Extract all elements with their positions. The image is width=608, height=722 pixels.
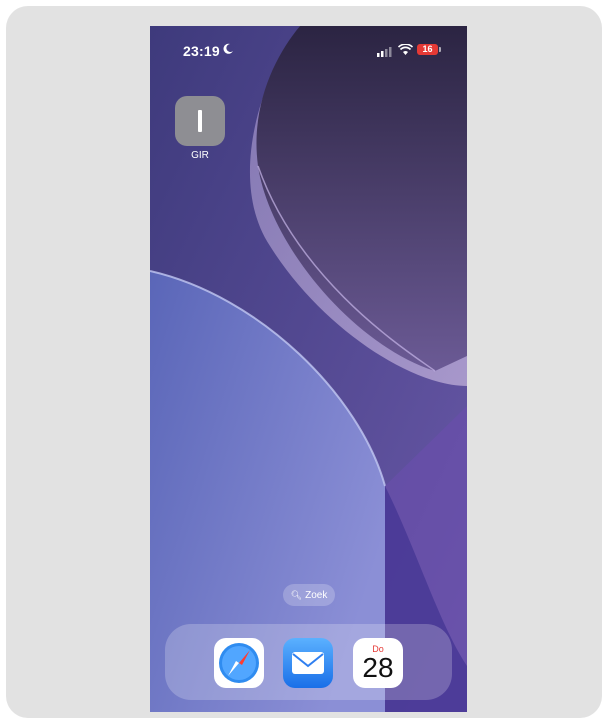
mail-envelope-icon [292,652,324,674]
moon-icon [223,43,233,54]
spotlight-search-button[interactable]: 🔍︎ Zoek [283,584,335,606]
calendar-date: 28 [362,652,394,683]
mail-app-icon[interactable] [283,638,333,688]
search-label: Zoek [305,590,328,601]
search-icon: 🔍︎ [290,590,303,600]
calendar-app-icon[interactable]: Do 28 [353,638,403,688]
dock: Do 28 [165,624,452,700]
status-bar: 23:19 16 [150,26,467,78]
app-label: GIR [191,150,209,161]
safari-app-icon[interactable] [214,638,264,688]
gray-bar-icon [198,110,202,132]
battery-cap [439,47,441,52]
app-gir[interactable]: GIR [174,96,226,161]
battery-icon: 16 [417,44,438,55]
cellular-icon [377,47,392,57]
phone-screen: 23:19 16 GIR 🔍︎ Zoek Do 28 [150,26,467,712]
gir-app-icon[interactable] [175,96,225,146]
safari-compass-icon [219,643,259,683]
wifi-icon [398,44,413,55]
status-time: 23:19 [183,43,220,59]
